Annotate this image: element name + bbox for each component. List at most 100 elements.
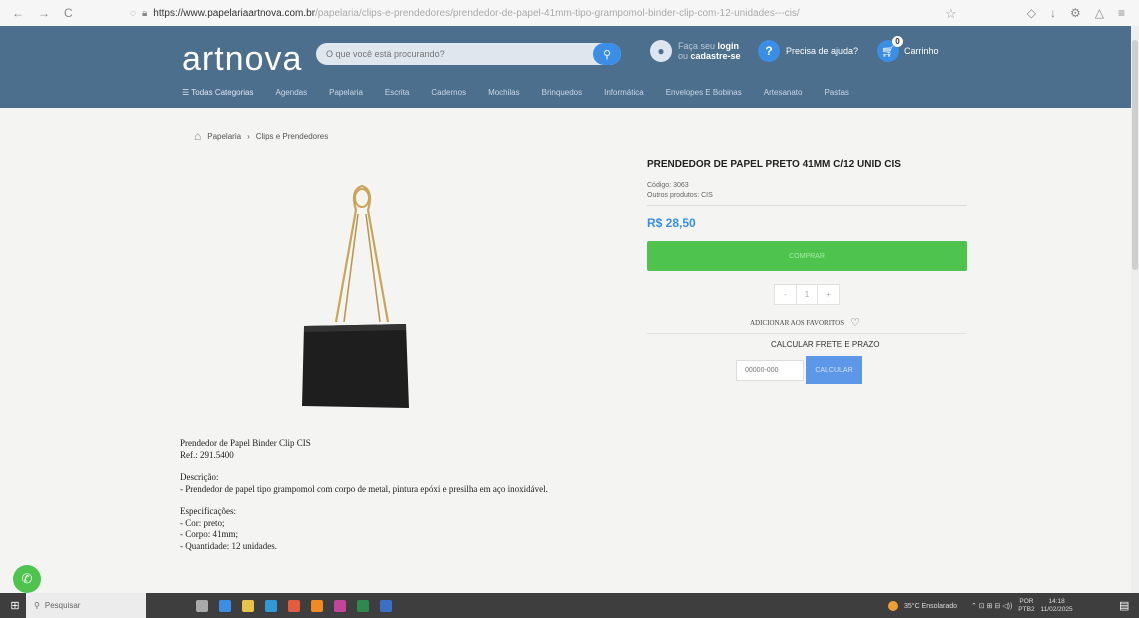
- category-link[interactable]: Brinquedos: [542, 88, 582, 97]
- breadcrumb-clips[interactable]: Clips e Prendedores: [256, 132, 328, 141]
- taskbar-search-label: Pesquisar: [44, 601, 81, 610]
- lang-layout: PTB2: [1018, 606, 1035, 613]
- spec-body: - Corpo: 41mm;: [180, 529, 238, 539]
- url-host: https://www.papelariaartnova.com.br: [153, 7, 316, 19]
- reload-button[interactable]: C: [64, 6, 73, 20]
- search-button[interactable]: ⚲: [593, 43, 621, 65]
- folder-icon[interactable]: [242, 599, 254, 612]
- cep-input[interactable]: [736, 360, 804, 381]
- category-link[interactable]: Mochilas: [488, 88, 520, 97]
- brand-link[interactable]: CIS: [701, 192, 713, 199]
- category-link[interactable]: Cadernos: [431, 88, 466, 97]
- user-icon: ●: [650, 40, 672, 62]
- language-indicator[interactable]: POR PTB2: [1018, 598, 1034, 614]
- qty-plus-button[interactable]: +: [818, 285, 839, 304]
- category-link[interactable]: Papelaria: [329, 88, 363, 97]
- app-icon[interactable]: [219, 599, 231, 612]
- home-icon[interactable]: ⌂: [194, 129, 201, 143]
- site-logo[interactable]: artnova: [182, 40, 302, 79]
- firefox-icon[interactable]: [311, 599, 323, 612]
- taskbar-search[interactable]: ⚲ Pesquisar: [26, 593, 146, 618]
- product-price: R$ 28,50: [647, 216, 696, 230]
- system-tray: 35°C Ensolarado ⌃ ⊡ ⊞ ⊟ ◁)) POR PTB2 14:…: [888, 598, 1073, 614]
- windows-start-icon[interactable]: ⊞: [4, 593, 26, 618]
- shield-icon: ◌: [130, 7, 136, 19]
- tray-icons[interactable]: ⌃ ⊡ ⊞ ⊟ ◁)): [971, 602, 1012, 610]
- category-link[interactable]: ☰ Todas Categorias: [182, 88, 254, 97]
- app-icon[interactable]: [334, 599, 346, 612]
- browser-toolbar: ← → C ◌ 🔒︎ https://www.papelariaartnova.…: [0, 0, 1139, 26]
- product-title: PRENDEDOR DE PAPEL PRETO 41MM C/12 UNID …: [647, 159, 901, 170]
- category-link[interactable]: Envelopes E Bobinas: [666, 88, 742, 97]
- pocket-icon[interactable]: ◇: [1027, 6, 1036, 20]
- help-label: Precisa de ajuda?: [786, 46, 859, 56]
- menu-icon[interactable]: ≡: [1118, 6, 1125, 20]
- scrollbar-thumb[interactable]: [1132, 40, 1138, 270]
- weather-label[interactable]: 35°C Ensolarado: [904, 603, 957, 610]
- taskbar-apps: [196, 599, 392, 612]
- download-icon[interactable]: ↓: [1050, 6, 1056, 20]
- quantity-stepper: - 1 +: [774, 284, 840, 305]
- browser-actions: ◇ ↓ ⚙ △ ≡: [1027, 6, 1139, 20]
- others-label: Outros produtos:: [647, 192, 700, 199]
- product-image: [302, 184, 409, 408]
- account-link[interactable]: ● Faça seu login ou cadastre-se: [650, 40, 741, 62]
- forward-button[interactable]: →: [38, 6, 50, 20]
- account-prompt: Faça seu: [678, 41, 716, 51]
- login-link[interactable]: login: [718, 41, 740, 51]
- desc-title: Descrição:: [180, 472, 219, 482]
- category-nav: ☰ Todas Categorias Agendas Papelaria Escrit…: [182, 88, 871, 97]
- question-icon: ?: [758, 40, 780, 62]
- breadcrumb-separator: ›: [247, 131, 250, 141]
- heart-icon: ♡: [850, 317, 861, 329]
- search-input[interactable]: [316, 43, 586, 65]
- qty-minus-button[interactable]: -: [775, 285, 797, 304]
- qty-value[interactable]: 1: [797, 285, 819, 304]
- clock[interactable]: 14:18 11/02/2025: [1041, 598, 1073, 614]
- calculate-button[interactable]: CALCULAR: [806, 356, 862, 384]
- lang-code: POR: [1019, 598, 1034, 605]
- help-link[interactable]: ? Precisa de ajuda?: [758, 40, 858, 62]
- cart-link[interactable]: 🛒︎ 0 Carrinho: [877, 36, 939, 62]
- category-link[interactable]: Informática: [604, 88, 644, 97]
- spec-color: - Cor: preto;: [180, 517, 225, 528]
- clock-time: 14:18: [1048, 598, 1065, 605]
- task-view-icon[interactable]: [196, 599, 208, 612]
- add-favorites-link[interactable]: ADICIONAR AOS FAVORITOS ♡: [750, 316, 860, 329]
- bookmark-star-icon[interactable]: ☆: [945, 6, 957, 22]
- cart-count-badge: 0: [892, 36, 903, 47]
- cart-icon: 🛒︎ 0: [877, 36, 903, 62]
- clock-date: 11/02/2025: [1040, 606, 1073, 613]
- profile-icon[interactable]: △: [1095, 6, 1104, 20]
- category-link[interactable]: Escrita: [385, 88, 409, 97]
- notification-icon[interactable]: ▤: [1119, 599, 1129, 612]
- product-code: Código: 3063: [647, 182, 689, 189]
- address-bar[interactable]: ◌ 🔒︎ https://www.papelariaartnova.com.br…: [130, 8, 1027, 19]
- site-header: artnova ⚲ ● Faça seu login ou cadastre-s…: [0, 26, 1139, 108]
- desc-text: - Prendedor de papel tipo grampomol com …: [180, 483, 548, 494]
- search-icon: ⚲: [34, 601, 40, 610]
- breadcrumb: ⌂ Papelaria › Clips e Prendedores: [194, 129, 328, 143]
- spec-quantity: - Quantidade: 12 unidades.: [180, 540, 277, 551]
- buy-button[interactable]: COMPRAR: [647, 241, 967, 271]
- excel-icon[interactable]: [357, 599, 369, 612]
- register-link[interactable]: cadastre-se: [691, 51, 741, 61]
- extensions-icon[interactable]: ⚙: [1070, 6, 1081, 20]
- category-link[interactable]: Agendas: [276, 88, 308, 97]
- divider: [647, 205, 967, 206]
- product-description: Prendedor de Papel Binder Clip CIS Ref.:…: [180, 438, 548, 552]
- category-link[interactable]: Pastas: [824, 88, 848, 97]
- freight-title: CALCULAR FRETE E PRAZO: [771, 340, 880, 349]
- word-icon[interactable]: [380, 599, 392, 612]
- edge-icon[interactable]: [265, 599, 277, 612]
- browser-nav: ← → C: [0, 6, 130, 20]
- back-button[interactable]: ←: [12, 6, 24, 20]
- account-text: Faça seu login ou cadastre-se: [678, 41, 741, 61]
- breadcrumb-papelaria[interactable]: Papelaria: [207, 132, 241, 141]
- category-link[interactable]: Artesanato: [764, 88, 803, 97]
- url-path: /papelaria/clips-e-prendedores/prendedor…: [315, 7, 800, 19]
- cart-label: Carrinho: [904, 46, 939, 56]
- chrome-icon[interactable]: [288, 599, 300, 612]
- whatsapp-icon[interactable]: ✆: [13, 565, 41, 593]
- search-bar: ⚲: [316, 43, 621, 65]
